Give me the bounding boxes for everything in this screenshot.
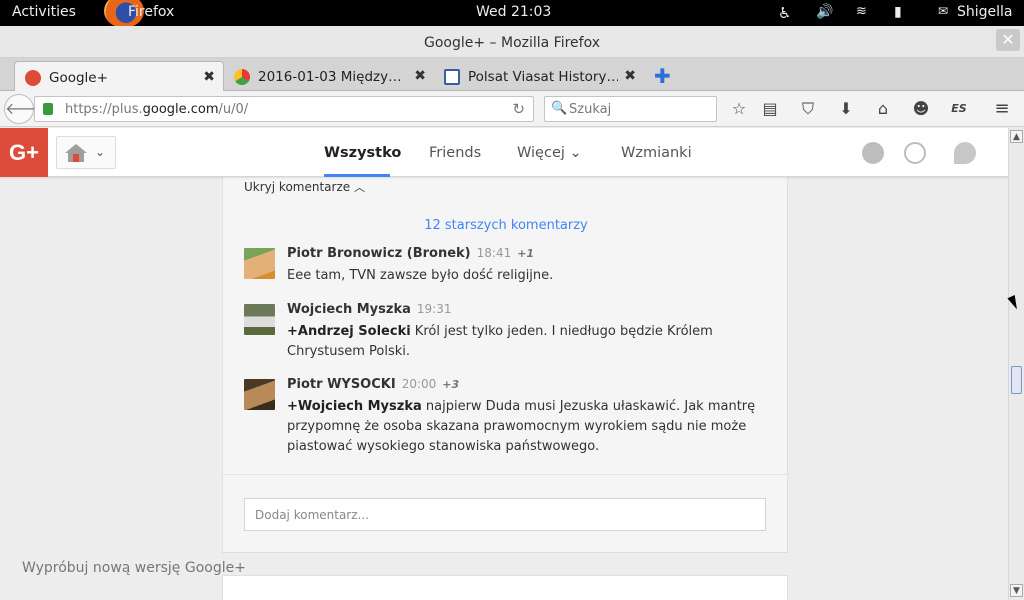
- tab-label: 2016-01-03 Między…: [258, 69, 402, 85]
- gplus-header: G+ ⌄ Wszystko Friends Więcej ⌄ Wzmianki: [0, 128, 1008, 177]
- avatar[interactable]: [244, 304, 275, 335]
- home-icon: [65, 144, 87, 162]
- tab-label: Google+: [49, 70, 108, 86]
- avatar[interactable]: [244, 379, 275, 410]
- mention-link[interactable]: +Wojciech Myszka: [287, 399, 422, 414]
- url-text: https://plus.google.com/u/0/: [65, 102, 249, 117]
- bookmark-star-icon[interactable]: ☆: [729, 99, 749, 119]
- comment-time[interactable]: 18:41: [477, 246, 512, 260]
- add-comment-input[interactable]: Dodaj komentarz...: [244, 498, 766, 531]
- language-icon[interactable]: ES: [949, 99, 969, 119]
- comment-author[interactable]: Piotr Bronowicz (Bronek): [287, 246, 471, 261]
- reading-list-icon[interactable]: ▤: [760, 99, 780, 119]
- nav-tab-all[interactable]: Wszystko: [324, 145, 401, 161]
- next-post-card: [222, 575, 788, 600]
- gplus-logo[interactable]: G+: [0, 128, 48, 177]
- tab-close-icon[interactable]: ✖: [203, 69, 215, 85]
- search-input[interactable]: 🔍 Szukaj: [544, 96, 717, 122]
- hide-comments-link[interactable]: Ukryj komentarze ︿: [244, 179, 365, 195]
- pocket-icon[interactable]: ⛉: [798, 99, 818, 119]
- comment-time[interactable]: 20:00: [402, 377, 437, 391]
- try-new-version-link[interactable]: Wypróbuj nową wersję Google+: [22, 560, 246, 576]
- tab-polsat[interactable]: Polsat Viasat History… ✖: [434, 61, 644, 91]
- share-icon[interactable]: [904, 142, 926, 164]
- accessibility-icon[interactable]: ♿: [778, 4, 791, 22]
- tab-close-icon[interactable]: ✖: [414, 68, 426, 84]
- wifi-icon[interactable]: ≋: [856, 4, 867, 19]
- back-button[interactable]: 🡐: [4, 94, 48, 124]
- comment-text: Eee tam, TVN zawsze było dość religijne.: [287, 268, 554, 283]
- page-viewport: G+ ⌄ Wszystko Friends Więcej ⌄ Wzmianki …: [0, 128, 1008, 600]
- comment-header: Piotr Bronowicz (Bronek) 18:41 +1: [287, 246, 534, 261]
- comment-time[interactable]: 19:31: [417, 302, 452, 316]
- add-comment-placeholder: Dodaj komentarz...: [255, 508, 369, 522]
- home-icon[interactable]: ⌂: [873, 99, 893, 119]
- tab-strip: Google+ ✖ 2016-01-03 Między… ✖ Polsat Vi…: [0, 58, 1024, 91]
- nav-tab-mentions[interactable]: Wzmianki: [621, 145, 692, 161]
- comment-author[interactable]: Wojciech Myszka: [287, 302, 411, 317]
- window-title-bar: Google+ – Mozilla Firefox ✕: [0, 26, 1024, 58]
- picasa-icon: [234, 69, 250, 85]
- tab-label: Polsat Viasat History…: [468, 69, 618, 85]
- tab-close-icon[interactable]: ✖: [624, 68, 636, 84]
- scrollbar-thumb[interactable]: [1011, 366, 1022, 394]
- window-title: Google+ – Mozilla Firefox: [423, 35, 601, 51]
- user-menu[interactable]: Shigella: [957, 4, 1013, 20]
- lock-icon[interactable]: [43, 103, 53, 115]
- google-plus-icon: [25, 70, 41, 86]
- older-comments-link[interactable]: 12 starszych komentarzy: [223, 218, 789, 233]
- menu-icon[interactable]: ≡: [992, 99, 1012, 119]
- window-close-button[interactable]: ✕: [996, 29, 1020, 51]
- notifications-icon[interactable]: [862, 142, 884, 164]
- battery-icon[interactable]: ▮: [894, 4, 902, 20]
- comment-header: Piotr WYSOCKI 20:00 +3: [287, 377, 459, 392]
- search-icon: 🔍: [551, 101, 568, 116]
- tv-icon: [444, 69, 460, 85]
- home-dropdown-button[interactable]: ⌄: [56, 136, 116, 169]
- scroll-down-icon[interactable]: ▼: [1010, 584, 1023, 597]
- url-bar[interactable]: https://plus.google.com/u/0/ ↻: [34, 96, 534, 122]
- chevron-down-icon: ⌄: [569, 145, 582, 161]
- divider: [223, 474, 789, 475]
- scroll-up-icon[interactable]: ▲: [1010, 130, 1023, 143]
- active-tab-indicator: [324, 174, 390, 177]
- comments-card: Ukryj komentarze ︿ 12 starszych komentar…: [222, 177, 789, 553]
- downloads-icon[interactable]: ⬇: [836, 99, 856, 119]
- system-top-bar: Activities Firefox Wed 21:03 ♿ 🔊 ≋ ▮ ✉ S…: [0, 0, 1024, 28]
- nav-tab-more[interactable]: Więcej ⌄: [517, 145, 582, 161]
- chevron-down-icon: ⌄: [95, 145, 106, 159]
- new-tab-button[interactable]: ✚: [654, 64, 671, 88]
- search-placeholder: Szukaj: [569, 102, 612, 117]
- activities-button[interactable]: Activities: [12, 4, 76, 20]
- chevron-up-icon: ︿: [353, 181, 365, 194]
- comment-text: +Andrzej Solecki Król jest tylko jeden. …: [287, 324, 713, 359]
- page-scrollbar[interactable]: ▲ ▼: [1008, 128, 1024, 600]
- navigation-bar: 🡐 https://plus.google.com/u/0/ ↻ 🔍 Szuka…: [0, 91, 1024, 127]
- plus-count[interactable]: +1: [517, 247, 534, 260]
- tab-picasa[interactable]: 2016-01-03 Między… ✖: [224, 61, 434, 91]
- reload-icon[interactable]: ↻: [512, 100, 525, 118]
- avatar[interactable]: [244, 248, 275, 279]
- clock[interactable]: Wed 21:03: [476, 4, 551, 20]
- chat-icon[interactable]: ☻: [911, 99, 931, 119]
- comment-author[interactable]: Piotr WYSOCKI: [287, 377, 396, 392]
- app-menu-label[interactable]: Firefox: [128, 4, 174, 20]
- comment-text: +Wojciech Myszka najpierw Duda musi Jezu…: [287, 399, 756, 454]
- user-icon: ✉: [938, 4, 949, 18]
- hangouts-icon[interactable]: [954, 142, 976, 164]
- nav-tab-friends[interactable]: Friends: [429, 145, 481, 161]
- mention-link[interactable]: +Andrzej Solecki: [287, 324, 411, 339]
- comment-header: Wojciech Myszka 19:31: [287, 302, 451, 317]
- tab-google-plus[interactable]: Google+ ✖: [14, 61, 224, 91]
- plus-count[interactable]: +3: [442, 378, 459, 391]
- volume-icon[interactable]: 🔊: [816, 4, 833, 20]
